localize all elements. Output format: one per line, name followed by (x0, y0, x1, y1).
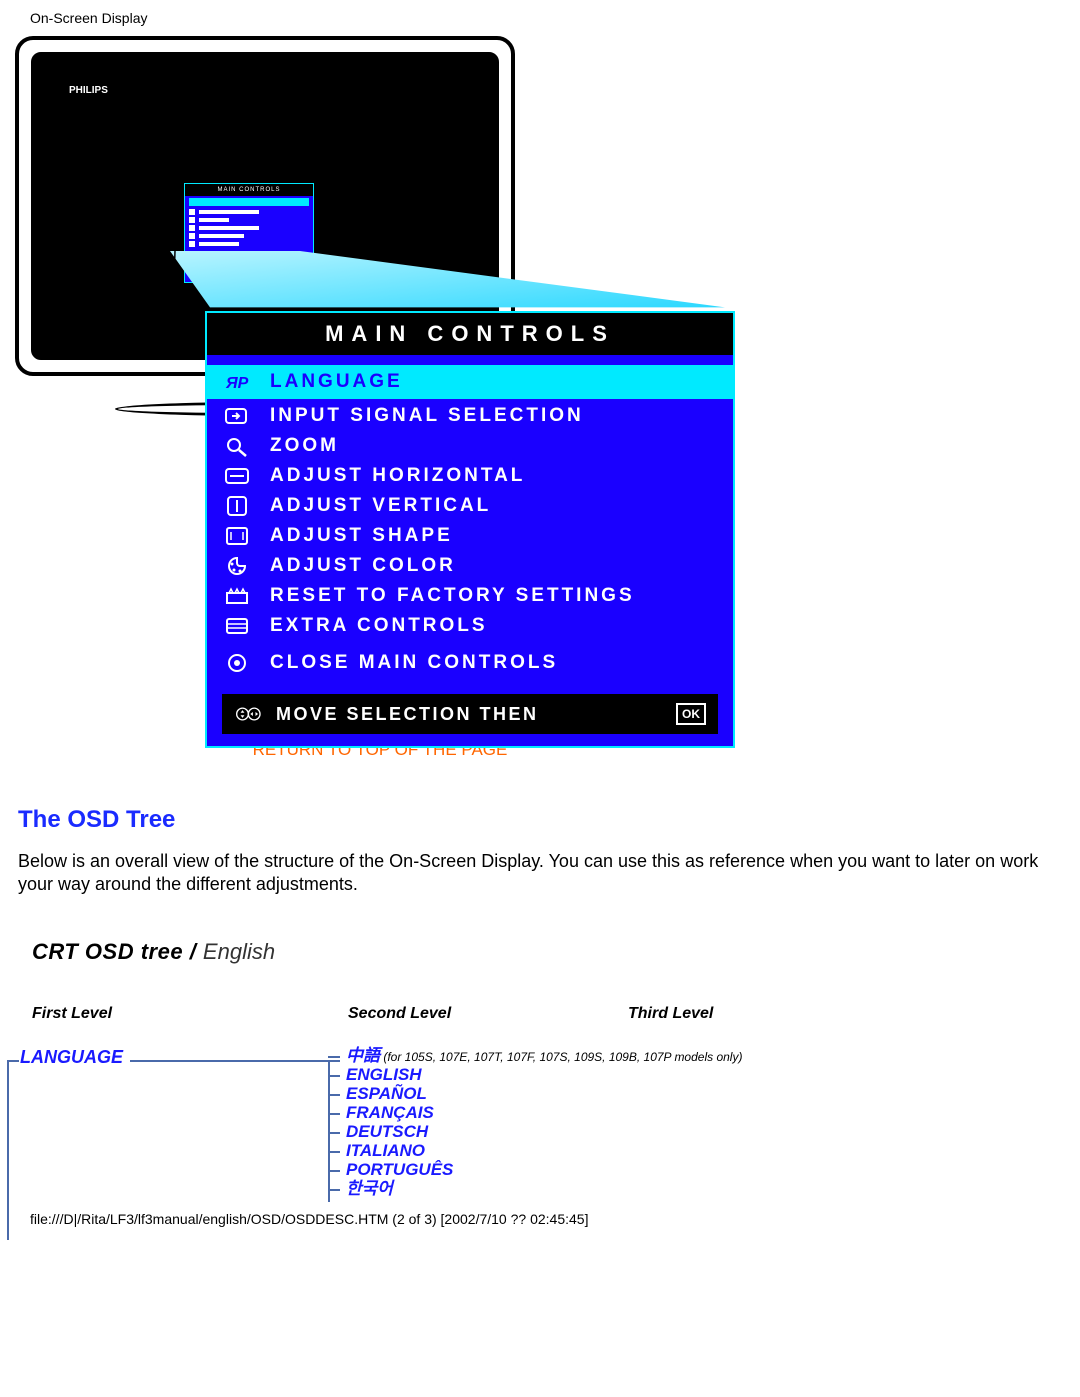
tree-heading: CRT OSD tree / English (0, 917, 1080, 965)
osd-item-label: RESET TO FACTORY SETTINGS (270, 585, 635, 607)
osd-item-label: LANGUAGE (270, 371, 403, 393)
color-icon (222, 554, 252, 578)
osd-item-label: ADJUST COLOR (270, 555, 456, 577)
move-up-down-icon (234, 702, 264, 726)
osd-item-label: INPUT SIGNAL SELECTION (270, 405, 584, 427)
zoom-icon (222, 434, 252, 458)
page-footer: file:///D|/Rita/LF3/lf3manual/english/OS… (30, 1211, 588, 1227)
monitor-logo: PHILIPS (69, 85, 108, 96)
tree-lang-item: 中語 (for 105S, 107E, 107T, 107F, 107S, 10… (346, 1047, 742, 1065)
second-level-header: Second Level (348, 1005, 451, 1023)
osd-item-label: ADJUST VERTICAL (270, 495, 491, 517)
osd-item-language[interactable]: ЯР LANGUAGE (207, 365, 733, 399)
monitor-illustration: PHILIPS MAIN CONTROLS (15, 26, 745, 726)
tree-lang-item: FRANÇAIS (346, 1104, 434, 1122)
section-heading: The OSD Tree (0, 790, 1080, 850)
shape-icon (222, 524, 252, 548)
osd-item-shape[interactable]: ADJUST SHAPE (222, 521, 718, 551)
osd-title: MAIN CONTROLS (207, 313, 733, 355)
osd-item-label: ZOOM (270, 435, 339, 457)
osd-item-label: ADJUST HORIZONTAL (270, 465, 525, 487)
osd-item-vert[interactable]: ADJUST VERTICAL (222, 491, 718, 521)
extra-icon (222, 614, 252, 638)
ok-button-icon: OK (676, 703, 706, 725)
osd-close-item[interactable]: CLOSE MAIN CONTROLS (222, 641, 718, 678)
first-level-header: First Level (32, 1005, 112, 1023)
tree-lang-item: 한국어 (346, 1180, 393, 1198)
language-icon: ЯР (222, 370, 252, 394)
close-icon (222, 651, 252, 675)
tree-lang-item: DEUTSCH (346, 1123, 428, 1141)
horiz-icon (222, 464, 252, 488)
tree-lang-item: ENGLISH (346, 1066, 422, 1084)
osd-item-color[interactable]: ADJUST COLOR (222, 551, 718, 581)
tree-first-level-language: LANGUAGE (20, 1047, 123, 1068)
third-level-header: Third Level (628, 1005, 713, 1023)
input-icon (222, 404, 252, 428)
section-body: Below is an overall view of the structur… (0, 850, 1080, 917)
osd-item-horiz[interactable]: ADJUST HORIZONTAL (222, 461, 718, 491)
page-header: On-Screen Display (0, 0, 1080, 26)
svg-text:ЯР: ЯР (225, 375, 249, 392)
tree-lang-item: ITALIANO (346, 1142, 425, 1160)
osd-main-panel: MAIN CONTROLS ЯР LANGUAGE INPUT SIGNAL SEL… (205, 311, 735, 748)
tree-lang-item: ESPAÑOL (346, 1085, 427, 1103)
osd-move-bar: MOVE SELECTION THEN OK (222, 694, 718, 734)
reset-icon (222, 584, 252, 608)
osd-item-reset[interactable]: RESET TO FACTORY SETTINGS (222, 581, 718, 611)
osd-move-label: MOVE SELECTION THEN (276, 704, 539, 725)
osd-item-input[interactable]: INPUT SIGNAL SELECTION (222, 401, 718, 431)
tree-lang-item: PORTUGUÊS (346, 1161, 453, 1179)
osd-item-label: ADJUST SHAPE (270, 525, 453, 547)
vert-icon (222, 494, 252, 518)
osd-item-zoom[interactable]: ZOOM (222, 431, 718, 461)
osd-close-label: CLOSE MAIN CONTROLS (270, 652, 558, 674)
tree-level-headers: First Level Second Level Third Level (0, 965, 1080, 1045)
osd-item-extra[interactable]: EXTRA CONTROLS (222, 611, 718, 641)
osd-item-label: EXTRA CONTROLS (270, 615, 488, 637)
